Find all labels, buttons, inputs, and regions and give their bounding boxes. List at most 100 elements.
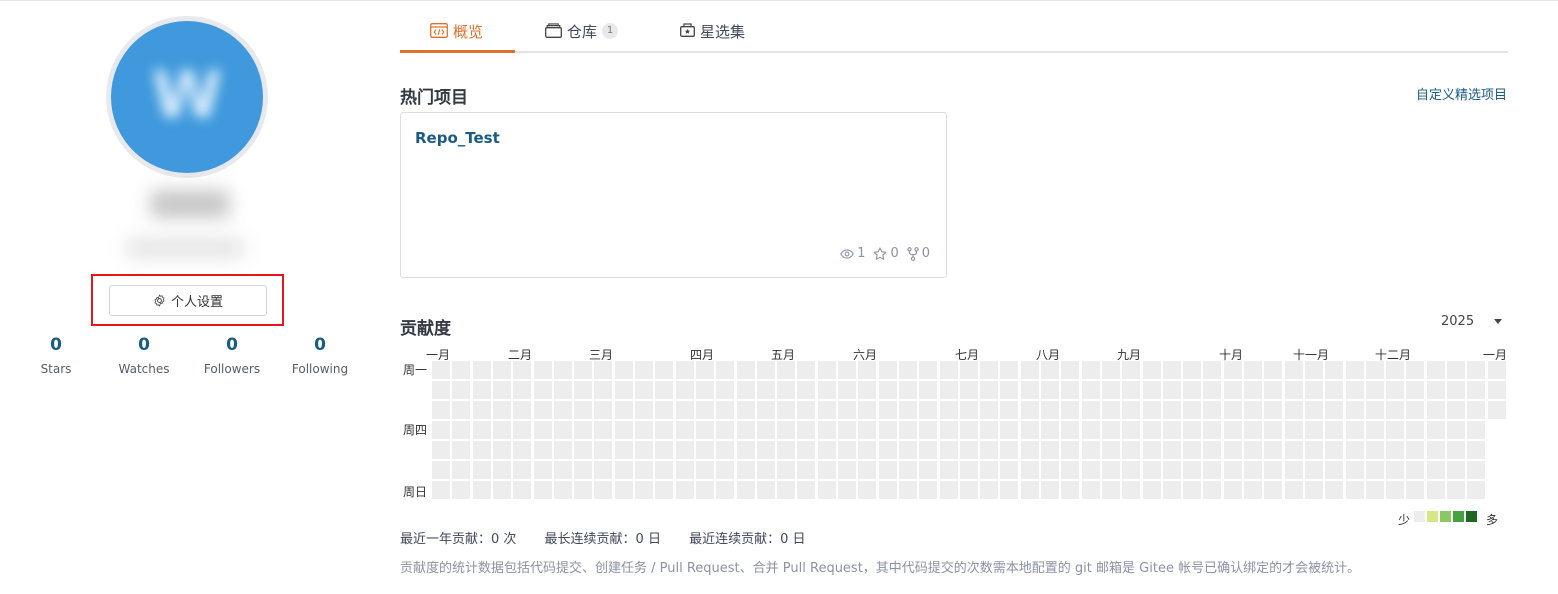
contribution-day-cell[interactable]	[1061, 381, 1080, 399]
contribution-day-cell[interactable]	[1304, 381, 1323, 399]
contribution-day-cell[interactable]	[817, 381, 836, 399]
contribution-day-cell[interactable]	[756, 481, 775, 499]
contribution-day-cell[interactable]	[472, 481, 491, 499]
contribution-day-cell[interactable]	[736, 441, 755, 459]
contribution-day-cell[interactable]	[1183, 381, 1202, 399]
contribution-day-cell[interactable]	[1041, 441, 1059, 459]
contribution-day-cell[interactable]	[980, 401, 999, 419]
contribution-day-cell[interactable]	[513, 361, 532, 379]
contribution-day-cell[interactable]	[1406, 381, 1425, 399]
contribution-day-cell[interactable]	[797, 481, 816, 499]
contribution-day-cell[interactable]	[492, 381, 511, 399]
contribution-day-cell[interactable]	[1447, 421, 1465, 439]
contribution-day-cell[interactable]	[1142, 361, 1161, 379]
contribution-day-cell[interactable]	[614, 381, 633, 399]
contribution-day-cell[interactable]	[452, 381, 471, 399]
contribution-day-cell[interactable]	[1020, 481, 1039, 499]
contribution-day-cell[interactable]	[553, 441, 572, 459]
contribution-day-cell[interactable]	[736, 421, 755, 439]
contribution-day-cell[interactable]	[1223, 441, 1242, 459]
contribution-day-cell[interactable]	[1386, 461, 1405, 479]
contribution-day-cell[interactable]	[736, 481, 755, 499]
contribution-day-cell[interactable]	[1386, 481, 1405, 499]
contribution-day-cell[interactable]	[1000, 401, 1019, 419]
contribution-day-cell[interactable]	[1061, 461, 1080, 479]
contribution-day-cell[interactable]	[1487, 401, 1506, 419]
contribution-day-cell[interactable]	[675, 401, 694, 419]
contribution-day-cell[interactable]	[1183, 401, 1202, 419]
contribution-day-cell[interactable]	[898, 461, 917, 479]
contribution-day-cell[interactable]	[1000, 361, 1019, 379]
contribution-day-cell[interactable]	[756, 421, 775, 439]
contribution-day-cell[interactable]	[797, 461, 816, 479]
contribution-day-cell[interactable]	[1101, 361, 1120, 379]
contribution-day-cell[interactable]	[472, 381, 491, 399]
contribution-day-cell[interactable]	[959, 361, 978, 379]
contribution-day-cell[interactable]	[1223, 481, 1242, 499]
contribution-day-cell[interactable]	[614, 401, 633, 419]
contribution-day-cell[interactable]	[797, 361, 816, 379]
contribution-day-cell[interactable]	[777, 481, 796, 499]
contribution-day-cell[interactable]	[777, 441, 796, 459]
contribution-day-cell[interactable]	[919, 381, 938, 399]
contribution-day-cell[interactable]	[1041, 421, 1059, 439]
contribution-day-cell[interactable]	[1162, 441, 1181, 459]
contribution-day-cell[interactable]	[594, 421, 613, 439]
contribution-day-cell[interactable]	[1284, 381, 1303, 399]
contribution-day-cell[interactable]	[858, 421, 877, 439]
contribution-day-cell[interactable]	[655, 421, 674, 439]
contribution-day-cell[interactable]	[594, 481, 613, 499]
contribution-day-cell[interactable]	[858, 381, 877, 399]
contribution-day-cell[interactable]	[1203, 421, 1222, 439]
contribution-day-cell[interactable]	[898, 481, 917, 499]
contribution-day-cell[interactable]	[919, 461, 938, 479]
contribution-day-cell[interactable]	[655, 481, 674, 499]
contribution-day-cell[interactable]	[655, 361, 674, 379]
contribution-day-cell[interactable]	[959, 441, 978, 459]
contribution-day-cell[interactable]	[878, 481, 897, 499]
contribution-day-cell[interactable]	[635, 441, 653, 459]
contribution-day-cell[interactable]	[1061, 481, 1080, 499]
contribution-day-cell[interactable]	[716, 381, 735, 399]
contribution-day-cell[interactable]	[432, 481, 450, 499]
contribution-day-cell[interactable]	[1203, 461, 1222, 479]
contribution-day-cell[interactable]	[1081, 461, 1100, 479]
contribution-day-cell[interactable]	[919, 361, 938, 379]
contribution-day-cell[interactable]	[1406, 441, 1425, 459]
contribution-day-cell[interactable]	[1122, 381, 1141, 399]
contribution-day-cell[interactable]	[1183, 461, 1202, 479]
contribution-day-cell[interactable]	[675, 441, 694, 459]
contribution-day-cell[interactable]	[878, 421, 897, 439]
contribution-day-cell[interactable]	[1284, 461, 1303, 479]
contribution-day-cell[interactable]	[635, 401, 653, 419]
contribution-day-cell[interactable]	[1467, 461, 1486, 479]
contribution-day-cell[interactable]	[817, 481, 836, 499]
contribution-day-cell[interactable]	[594, 401, 613, 419]
contribution-day-cell[interactable]	[1142, 481, 1161, 499]
contribution-day-cell[interactable]	[513, 381, 532, 399]
contribution-day-cell[interactable]	[1000, 481, 1019, 499]
contribution-day-cell[interactable]	[939, 361, 958, 379]
contribution-day-cell[interactable]	[1426, 461, 1445, 479]
contribution-day-cell[interactable]	[1406, 481, 1425, 499]
contribution-day-cell[interactable]	[1142, 421, 1161, 439]
contribution-day-cell[interactable]	[594, 441, 613, 459]
contribution-day-cell[interactable]	[1061, 401, 1080, 419]
contribution-day-cell[interactable]	[533, 361, 552, 379]
contribution-day-cell[interactable]	[1081, 381, 1100, 399]
contribution-day-cell[interactable]	[1304, 461, 1323, 479]
contribution-day-cell[interactable]	[898, 401, 917, 419]
contribution-day-cell[interactable]	[1142, 401, 1161, 419]
contribution-day-cell[interactable]	[513, 401, 532, 419]
contribution-day-cell[interactable]	[817, 441, 836, 459]
contribution-day-cell[interactable]	[1386, 361, 1405, 379]
followers-stat[interactable]: 0 Followers	[187, 334, 277, 377]
contribution-day-cell[interactable]	[1406, 401, 1425, 419]
contribution-day-cell[interactable]	[655, 381, 674, 399]
contribution-day-cell[interactable]	[675, 381, 694, 399]
contribution-day-cell[interactable]	[1325, 461, 1344, 479]
contribution-day-cell[interactable]	[452, 481, 471, 499]
contribution-day-cell[interactable]	[553, 381, 572, 399]
contribution-day-cell[interactable]	[1365, 461, 1384, 479]
contribution-day-cell[interactable]	[1061, 421, 1080, 439]
